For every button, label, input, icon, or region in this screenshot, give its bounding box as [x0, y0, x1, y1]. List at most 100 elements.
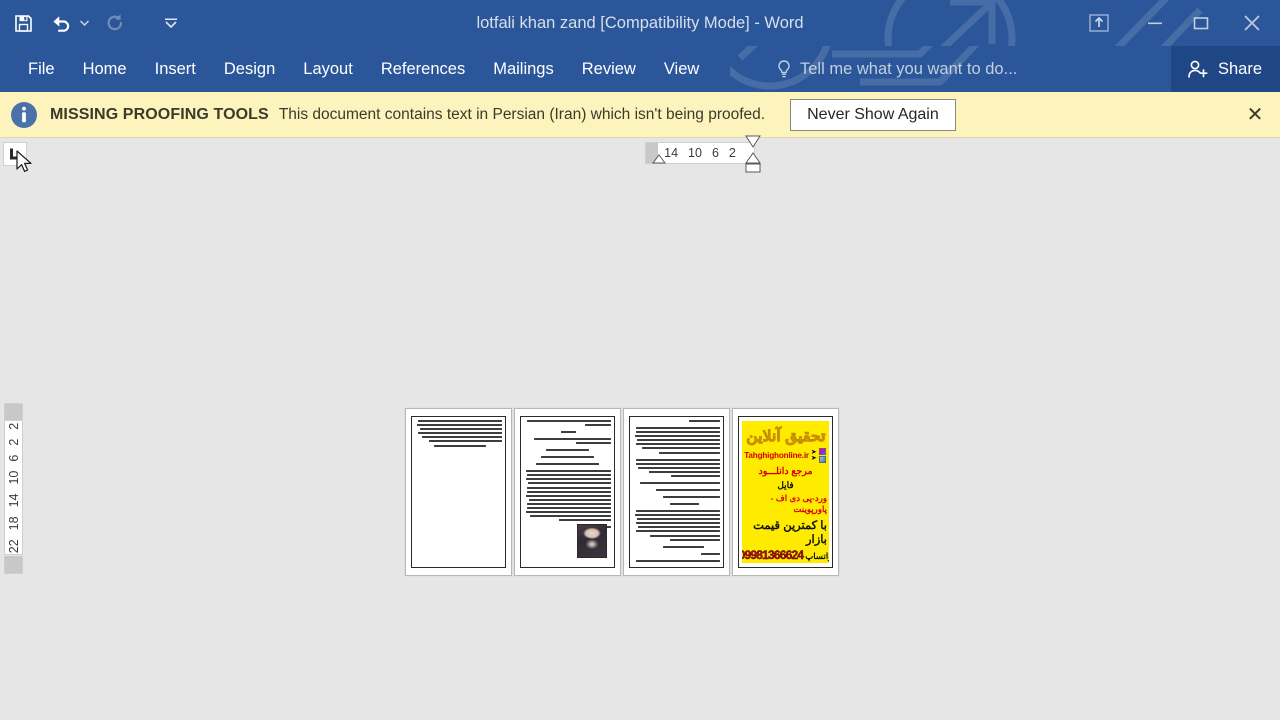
page-1-border [411, 416, 506, 568]
ad-contact-row: واتساپ 09981366624 [742, 548, 829, 562]
paragraph [633, 427, 720, 454]
text-line [525, 470, 611, 473]
close-button[interactable] [1224, 0, 1280, 46]
paragraph [633, 488, 720, 491]
text-line [636, 509, 720, 512]
telegram-icon [818, 456, 826, 463]
page-3-content [633, 420, 720, 564]
advertisement: تحقیق آنلاین Tahghighonline.ir ➤ ➤ مرجع د… [742, 421, 829, 563]
tab-mailings[interactable]: Mailings [479, 46, 568, 92]
paragraph [633, 458, 720, 477]
message-bar-text: This document contains text in Persian (… [278, 105, 766, 123]
tell-me-search[interactable]: Tell me what you want to do... [776, 46, 1017, 92]
tab-design[interactable]: Design [210, 46, 289, 92]
restore-button[interactable] [1178, 0, 1224, 46]
text-line [528, 482, 611, 485]
paragraph [524, 420, 611, 427]
text-line [417, 432, 502, 435]
tab-layout[interactable]: Layout [289, 46, 367, 92]
ad-line-5: با کمترین قیمت بازار [753, 520, 827, 546]
undo-dropdown-button[interactable] [76, 8, 92, 38]
paragraph [633, 481, 720, 484]
text-line [655, 488, 720, 491]
text-line [434, 444, 487, 447]
ruler-tick: 6 [711, 146, 719, 160]
text-line [662, 545, 705, 548]
horizontal-ruler[interactable]: 14 10 6 2 [645, 135, 761, 173]
text-line [545, 449, 590, 452]
ruler-tick: 14 [6, 493, 21, 507]
never-show-again-button[interactable]: Never Show Again [790, 98, 956, 131]
ribbon-tabs: File Home Insert Design Layout Reference… [0, 46, 713, 92]
text-line [636, 559, 720, 562]
text-line [526, 420, 611, 422]
paragraph [524, 456, 611, 459]
ad-logo-text: تحقیق آنلاین [745, 428, 826, 445]
ruler-tick: 10 [6, 470, 21, 485]
paragraph [633, 502, 720, 505]
share-label: Share [1217, 59, 1262, 78]
document-canvas[interactable]: تحقیق آنلاین Tahghighonline.ir ➤ ➤ مرجع د… [0, 138, 1280, 720]
text-line [700, 552, 720, 555]
ribbon-tab-bar: File Home Insert Design Layout Reference… [0, 46, 1280, 92]
page-2[interactable] [514, 408, 621, 576]
title-bar: lotfali khan zand [Compatibility Mode] -… [0, 0, 1280, 46]
text-line [536, 463, 599, 466]
lightbulb-icon [778, 60, 790, 78]
text-line [635, 462, 720, 465]
ad-line-3: فایل [777, 480, 794, 490]
message-bar-title: MISSING PROOFING TOOLS [50, 105, 269, 123]
vertical-ruler-top-margin [4, 403, 23, 421]
text-line [662, 495, 720, 498]
text-line [669, 502, 700, 505]
ad-line-2: مرجع دانلـــود [758, 466, 813, 477]
text-line [529, 498, 611, 501]
text-line [576, 442, 611, 445]
text-line [527, 507, 611, 510]
left-indent-marker-icon[interactable] [651, 154, 667, 166]
page-4-border: تحقیق آنلاین Tahghighonline.ir ➤ ➤ مرجع د… [738, 416, 833, 568]
tab-insert[interactable]: Insert [141, 46, 210, 92]
share-button[interactable]: Share [1170, 46, 1280, 92]
tab-review[interactable]: Review [568, 46, 650, 92]
page-3[interactable] [623, 408, 730, 576]
save-icon [14, 14, 32, 32]
text-line [635, 522, 720, 525]
first-line-indent-marker-icon[interactable] [744, 134, 762, 148]
tab-home[interactable]: Home [69, 46, 141, 92]
text-line [584, 424, 611, 427]
undo-icon [53, 16, 70, 32]
ribbon-display-options-button[interactable] [1066, 0, 1132, 46]
redo-button [100, 8, 130, 38]
customize-quick-access-toolbar-button[interactable] [156, 8, 186, 38]
minimize-button[interactable] [1132, 0, 1178, 46]
text-line [525, 494, 611, 497]
text-line [416, 424, 502, 427]
window-controls [1066, 0, 1280, 46]
undo-button[interactable] [46, 8, 76, 38]
vertical-ruler[interactable]: 2 2 6 10 14 18 22 [4, 420, 23, 555]
paragraph [633, 509, 720, 541]
tab-references[interactable]: References [367, 46, 479, 92]
customize-quick-access-toolbar-icon [165, 18, 177, 28]
page-4[interactable]: تحقیق آنلاین Tahghighonline.ir ➤ ➤ مرجع د… [732, 408, 839, 576]
right-indent-marker-icon[interactable] [744, 163, 762, 173]
page-1[interactable] [405, 408, 512, 576]
text-line [560, 431, 577, 434]
save-button[interactable] [8, 8, 38, 38]
tab-file[interactable]: File [14, 46, 69, 92]
text-line [428, 440, 502, 443]
message-bar-close-button[interactable]: ✕ [1242, 102, 1268, 128]
text-line [420, 428, 502, 431]
paragraph [524, 431, 611, 434]
text-line [639, 481, 720, 484]
redo-icon [107, 14, 123, 31]
text-line [418, 420, 502, 422]
tab-view[interactable]: View [650, 46, 713, 92]
page-2-content [524, 420, 611, 564]
text-line [525, 511, 611, 514]
paragraph [633, 420, 720, 422]
paragraph [633, 552, 720, 555]
text-line [527, 490, 611, 493]
tab-stop-selector-button[interactable] [3, 142, 27, 166]
